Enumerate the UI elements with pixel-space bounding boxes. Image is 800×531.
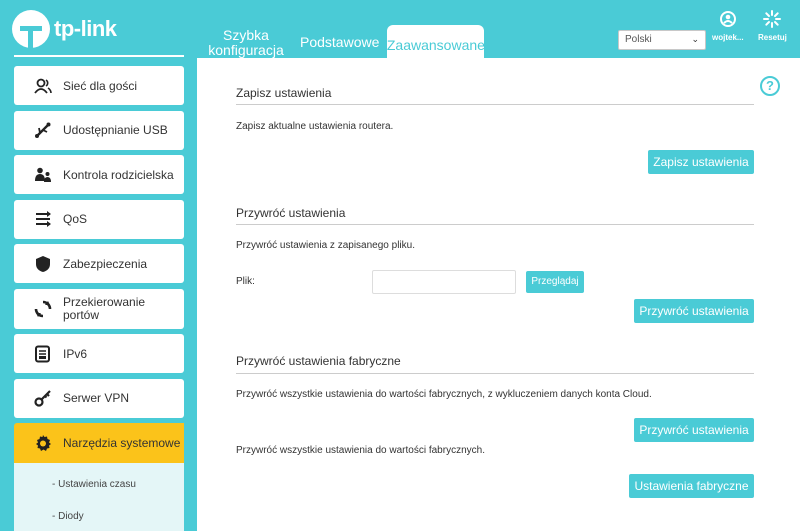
chevron-down-icon: ⌄ bbox=[691, 34, 699, 44]
tab-quick-setup-line1: Szybka bbox=[223, 27, 269, 43]
sidebar: Sieć dla gości Udostępnianie USB Kontrol… bbox=[14, 66, 184, 531]
reset-button[interactable]: Resetuj bbox=[758, 10, 787, 42]
sidebar-item-label-line1: Przekierowanie bbox=[63, 294, 146, 309]
logo-divider bbox=[14, 55, 184, 57]
factory-description-all: Przywróć wszystkie ustawienia do wartośc… bbox=[236, 445, 485, 456]
sidebar-item-nat-forwarding[interactable]: Przekierowanie portów bbox=[14, 288, 184, 329]
submenu-item-leds[interactable]: - Diody bbox=[14, 511, 184, 531]
guest-network-icon bbox=[34, 78, 52, 94]
ipv6-icon bbox=[35, 345, 50, 362]
sidebar-item-label: IPv6 bbox=[63, 346, 88, 361]
usb-icon bbox=[35, 122, 51, 138]
factory-section-title: Przywróć ustawienia fabryczne bbox=[236, 354, 401, 368]
save-settings-button[interactable]: Zapisz ustawienia bbox=[648, 150, 754, 174]
tp-link-logo-icon bbox=[12, 10, 50, 48]
sidebar-item-parental-control[interactable]: Kontrola rodzicielska bbox=[14, 155, 184, 194]
sidebar-item-label: Serwer VPN bbox=[63, 391, 130, 405]
sidebar-item-ipv6[interactable]: IPv6 bbox=[14, 334, 184, 373]
browse-button[interactable]: Przeglądaj bbox=[526, 271, 584, 293]
sidebar-item-vpn-server[interactable]: Serwer VPN bbox=[14, 378, 184, 418]
sidebar-item-label: Narzędzia systemowe bbox=[63, 436, 181, 450]
save-section-title: Zapisz ustawienia bbox=[236, 86, 332, 100]
parental-control-icon bbox=[35, 167, 51, 182]
file-label: Plik: bbox=[236, 276, 255, 287]
submenu-item-time-settings[interactable]: - Ustawienia czasu bbox=[14, 479, 184, 511]
nat-forwarding-icon bbox=[34, 300, 52, 317]
save-section-divider bbox=[236, 104, 754, 105]
sidebar-item-guest-network[interactable]: Sieć dla gości bbox=[14, 66, 184, 105]
factory-description-cloud: Przywróć wszystkie ustawienia do wartośc… bbox=[236, 389, 652, 400]
system-tools-submenu: - Ustawienia czasu - Diody bbox=[14, 463, 184, 531]
qos-icon bbox=[36, 211, 51, 227]
restore-section-title: Przywróć ustawienia bbox=[236, 206, 346, 220]
tp-link-logo: tp-link bbox=[12, 10, 117, 48]
tab-basic[interactable]: Podstawowe bbox=[292, 35, 387, 58]
restore-keep-cloud-button[interactable]: Przywróć ustawienia bbox=[634, 418, 754, 442]
brand-name: tp-link bbox=[54, 16, 117, 41]
language-select[interactable]: Polski ⌄ bbox=[618, 30, 706, 50]
tab-quick-setup[interactable]: Szybka konfiguracja bbox=[200, 28, 292, 58]
main-panel: ? Zapisz ustawienia Zapisz aktualne usta… bbox=[197, 58, 800, 531]
factory-section-divider bbox=[236, 373, 754, 374]
sidebar-item-security[interactable]: Zabezpieczenia bbox=[14, 244, 184, 283]
tab-quick-setup-line2: konfiguracja bbox=[208, 42, 284, 58]
sidebar-item-label: Udostępnianie USB bbox=[63, 123, 168, 137]
tab-advanced[interactable]: Zaawansowane bbox=[387, 25, 485, 58]
factory-reset-button[interactable]: Ustawienia fabryczne bbox=[629, 474, 754, 498]
restore-settings-button[interactable]: Przywróć ustawienia bbox=[634, 299, 754, 323]
sidebar-item-system-tools[interactable]: Narzędzia systemowe bbox=[14, 423, 184, 463]
language-selected: Polski bbox=[625, 34, 652, 45]
account-label: wojtek... bbox=[712, 33, 744, 42]
cloud-account-icon bbox=[719, 11, 736, 27]
sidebar-item-qos[interactable]: QoS bbox=[14, 199, 184, 239]
sidebar-item-label: QoS bbox=[63, 212, 88, 226]
sidebar-item-label: Przekierowanie portów bbox=[63, 294, 146, 322]
sidebar-item-label: Kontrola rodzicielska bbox=[63, 167, 174, 182]
restore-section-description: Przywróć ustawienia z zapisanego pliku. bbox=[236, 240, 415, 251]
sidebar-item-label: Zabezpieczenia bbox=[63, 256, 148, 271]
main-tabs: Szybka konfiguracja Podstawowe Zaawansow… bbox=[200, 25, 485, 58]
reset-icon bbox=[763, 10, 782, 28]
help-icon[interactable]: ? bbox=[760, 76, 780, 96]
restore-section-divider bbox=[236, 224, 754, 225]
reset-label: Resetuj bbox=[758, 33, 787, 42]
sidebar-item-label-line2: portów bbox=[63, 307, 100, 322]
save-section-description: Zapisz aktualne ustawienia routera. bbox=[236, 121, 394, 132]
sidebar-item-label: Sieć dla gości bbox=[63, 78, 138, 93]
file-path-input[interactable] bbox=[372, 270, 516, 294]
system-tools-icon bbox=[36, 435, 51, 451]
vpn-icon bbox=[34, 390, 51, 407]
account-button[interactable]: wojtek... bbox=[712, 10, 744, 42]
shield-icon bbox=[36, 255, 50, 272]
sidebar-item-usb-sharing[interactable]: Udostępnianie USB bbox=[14, 110, 184, 150]
